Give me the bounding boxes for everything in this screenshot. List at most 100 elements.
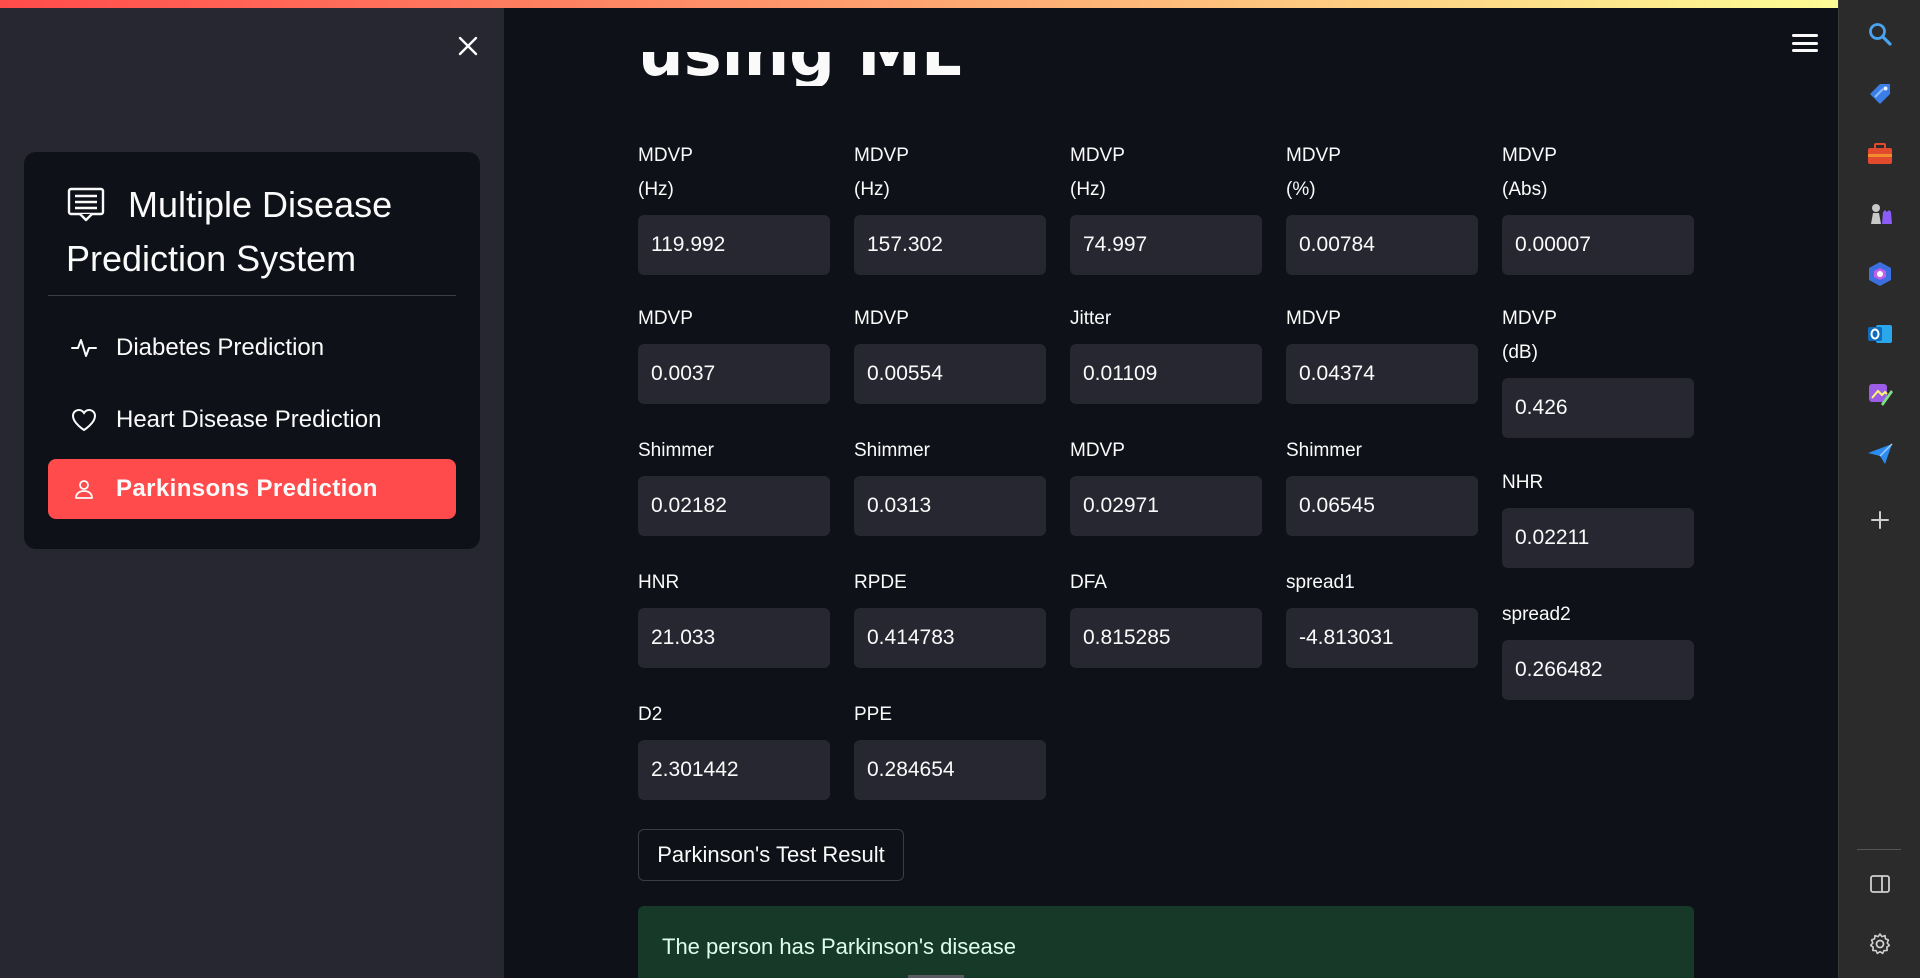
input-field: MDVP (Abs) bbox=[1502, 139, 1694, 275]
briefcase-icon[interactable] bbox=[1862, 136, 1898, 172]
field-label: RPDE bbox=[854, 572, 907, 593]
rpde-input[interactable] bbox=[854, 608, 1046, 668]
settings-icon[interactable] bbox=[1862, 926, 1898, 962]
field-label: HNR bbox=[638, 572, 680, 593]
sidebar-item-label: Heart Disease Prediction bbox=[116, 406, 382, 433]
d2-input[interactable] bbox=[638, 740, 830, 800]
mdvp-shimmer-db-input[interactable] bbox=[1502, 378, 1694, 438]
streamlit-loading-bar bbox=[0, 0, 1838, 8]
sidebar-item-parkinsons[interactable]: Parkinsons Prediction bbox=[48, 459, 456, 519]
parkinsons-test-result-button[interactable]: Parkinson's Test Result bbox=[638, 829, 904, 881]
shimmer-apq5-input[interactable] bbox=[854, 476, 1046, 536]
shopping-tag-icon[interactable] bbox=[1862, 76, 1898, 112]
field-label: Shimmer bbox=[1286, 440, 1363, 461]
input-field: MDVP (Hz) bbox=[638, 139, 830, 275]
field-label: MDVP (Abs) bbox=[1502, 145, 1557, 200]
mdvp-fo-input[interactable] bbox=[638, 215, 830, 275]
field-label: D2 bbox=[638, 704, 663, 725]
field-label: spread1 bbox=[1286, 572, 1355, 593]
main-menu-button[interactable] bbox=[1788, 28, 1822, 58]
sidebar-item-label: Parkinsons Prediction bbox=[116, 475, 378, 502]
outlook-icon[interactable] bbox=[1862, 316, 1898, 352]
input-field: Shimmer bbox=[638, 434, 830, 536]
main-content: using ML MDVP (Hz) MDVP (Hz) MDVP (Hz) M… bbox=[504, 0, 1838, 978]
menu-divider bbox=[48, 295, 456, 296]
dfa-input[interactable] bbox=[1070, 608, 1262, 668]
field-label: MDVP bbox=[1286, 308, 1341, 329]
input-field: spread2 bbox=[1502, 598, 1694, 700]
field-label: MDVP (Hz) bbox=[1070, 145, 1125, 200]
field-label: Shimmer bbox=[638, 440, 715, 461]
heart-icon bbox=[70, 406, 98, 434]
mdvp-rap-input[interactable] bbox=[638, 344, 830, 404]
field-label: Shimmer bbox=[854, 440, 931, 461]
field-label: MDVP bbox=[1070, 440, 1125, 461]
person-icon bbox=[70, 475, 98, 503]
field-label: MDVP (%) bbox=[1286, 145, 1341, 200]
add-icon[interactable] bbox=[1862, 502, 1898, 538]
field-label: NHR bbox=[1502, 472, 1544, 493]
field-label: MDVP (Hz) bbox=[854, 145, 909, 200]
mdvp-jitter-percent-input[interactable] bbox=[1286, 215, 1478, 275]
input-field: MDVP (Hz) bbox=[1070, 139, 1262, 275]
spread1-input[interactable] bbox=[1286, 608, 1478, 668]
search-icon[interactable] bbox=[1862, 16, 1898, 52]
shimmer-dda-input[interactable] bbox=[1286, 476, 1478, 536]
activity-icon bbox=[70, 334, 98, 362]
mdvp-shimmer-input[interactable] bbox=[1286, 344, 1478, 404]
input-field: spread1 bbox=[1286, 566, 1478, 668]
mdvp-fhi-input[interactable] bbox=[854, 215, 1046, 275]
input-field: MDVP (dB) bbox=[1502, 302, 1694, 438]
page-title: using ML bbox=[638, 17, 962, 91]
input-field: D2 bbox=[638, 698, 830, 800]
input-field: MDVP bbox=[854, 302, 1046, 404]
input-field: MDVP bbox=[1070, 434, 1262, 536]
input-field: MDVP (%) bbox=[1286, 139, 1478, 275]
input-field: Shimmer bbox=[854, 434, 1046, 536]
spread2-input[interactable] bbox=[1502, 640, 1694, 700]
field-label: PPE bbox=[854, 704, 893, 725]
success-alert: The person has Parkinson's disease bbox=[638, 906, 1694, 978]
mdvp-apq-input[interactable] bbox=[1070, 476, 1262, 536]
option-menu: Multiple Disease Prediction System Diabe… bbox=[24, 152, 480, 549]
jitter-ddp-input[interactable] bbox=[1070, 344, 1262, 404]
result-message: The person has Parkinson's disease bbox=[662, 934, 1016, 959]
mdvp-jitter-abs-input[interactable] bbox=[1502, 215, 1694, 275]
menu-title: Multiple Disease Prediction System bbox=[66, 178, 466, 286]
designer-icon[interactable] bbox=[1862, 376, 1898, 412]
send-icon[interactable] bbox=[1862, 436, 1898, 472]
input-field: MDVP bbox=[638, 302, 830, 404]
menu-title-text: Multiple Disease Prediction System bbox=[66, 184, 393, 279]
input-field: MDVP (Hz) bbox=[854, 139, 1046, 275]
input-field: NHR bbox=[1502, 466, 1694, 568]
close-icon bbox=[458, 36, 478, 56]
ppe-input[interactable] bbox=[854, 740, 1046, 800]
card-list-icon bbox=[67, 187, 105, 222]
sidebar: Multiple Disease Prediction System Diabe… bbox=[0, 0, 504, 978]
close-sidebar-button[interactable] bbox=[452, 30, 484, 62]
hnr-input[interactable] bbox=[638, 608, 830, 668]
input-field: MDVP bbox=[1286, 302, 1478, 404]
sidebar-item-diabetes[interactable]: Diabetes Prediction bbox=[48, 318, 456, 378]
field-label: spread2 bbox=[1502, 604, 1571, 625]
mdvp-ppq-input[interactable] bbox=[854, 344, 1046, 404]
hamburger-icon bbox=[1792, 34, 1818, 37]
field-label: DFA bbox=[1070, 572, 1107, 593]
mdvp-flo-input[interactable] bbox=[1070, 215, 1262, 275]
field-label: MDVP (dB) bbox=[1502, 308, 1557, 363]
input-field: Jitter bbox=[1070, 302, 1262, 404]
sidebar-item-heart-disease[interactable]: Heart Disease Prediction bbox=[48, 390, 456, 450]
sidebar-item-label: Diabetes Prediction bbox=[116, 334, 325, 361]
sidebar-divider bbox=[1857, 849, 1901, 850]
nhr-input[interactable] bbox=[1502, 508, 1694, 568]
copilot-icon[interactable] bbox=[1862, 256, 1898, 292]
field-label: MDVP bbox=[854, 308, 909, 329]
field-label: MDVP (Hz) bbox=[638, 145, 693, 200]
games-icon[interactable] bbox=[1862, 196, 1898, 232]
shimmer-apq3-input[interactable] bbox=[638, 476, 830, 536]
browser-sidebar bbox=[1838, 0, 1920, 978]
field-label: MDVP bbox=[638, 308, 693, 329]
split-screen-icon[interactable] bbox=[1862, 866, 1898, 902]
input-field: DFA bbox=[1070, 566, 1262, 668]
input-field: Shimmer bbox=[1286, 434, 1478, 536]
